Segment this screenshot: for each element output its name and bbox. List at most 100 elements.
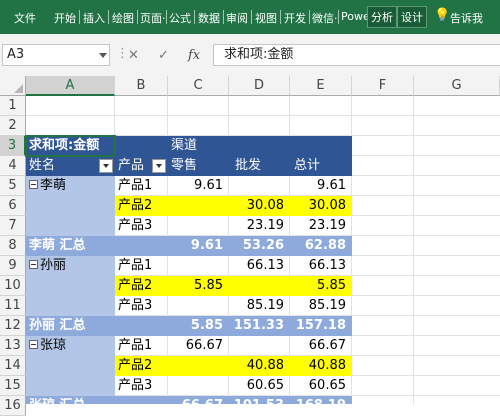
- product-cell[interactable]: 产品1: [115, 176, 168, 196]
- row-header-6[interactable]: 6: [0, 196, 26, 216]
- subtotal-total[interactable]: 157.18: [290, 316, 352, 336]
- retail-cell[interactable]: [168, 196, 229, 216]
- total-cell[interactable]: 40.88: [290, 356, 352, 376]
- retail-cell[interactable]: 5.85: [168, 276, 229, 296]
- retail-cell[interactable]: [168, 356, 229, 376]
- product-cell[interactable]: 产品1: [115, 336, 168, 356]
- tab-draw[interactable]: 绘图: [112, 10, 134, 26]
- column-header-c[interactable]: C: [168, 76, 229, 96]
- subtotal-label[interactable]: 李萌 汇总: [26, 236, 168, 256]
- row-header-12[interactable]: 12: [0, 316, 26, 336]
- row-header-15[interactable]: 15: [0, 376, 26, 396]
- row-header-5[interactable]: 5: [0, 176, 26, 196]
- wholesale-cell[interactable]: 40.88: [229, 356, 290, 376]
- column-header-g[interactable]: G: [414, 76, 500, 96]
- subtotal-label[interactable]: 孙丽 汇总: [26, 316, 168, 336]
- product-cell[interactable]: 产品3: [115, 296, 168, 316]
- pivot-group-name[interactable]: 孙丽: [26, 256, 115, 316]
- total-cell[interactable]: 30.08: [290, 196, 352, 216]
- tell-me-search[interactable]: 告诉我: [450, 10, 483, 26]
- total-cell[interactable]: 85.19: [290, 296, 352, 316]
- row-header-10[interactable]: 10: [0, 276, 26, 296]
- wholesale-cell[interactable]: [229, 176, 290, 196]
- row-header-13[interactable]: 13: [0, 336, 26, 356]
- tab-developer[interactable]: 开发: [284, 10, 306, 26]
- subtotal-retail[interactable]: 5.85: [168, 316, 229, 336]
- product-cell[interactable]: 产品3: [115, 216, 168, 236]
- total-cell[interactable]: 60.65: [290, 376, 352, 396]
- product-cell[interactable]: 产品1: [115, 256, 168, 276]
- wholesale-cell[interactable]: 60.65: [229, 376, 290, 396]
- tab-wechat[interactable]: 微信·: [312, 10, 338, 26]
- wholesale-cell[interactable]: 85.19: [229, 296, 290, 316]
- product-cell[interactable]: 产品2: [115, 276, 168, 296]
- tab-design[interactable]: 设计: [397, 6, 427, 28]
- total-cell[interactable]: 9.61: [290, 176, 352, 196]
- pivot-group-name[interactable]: 李萌: [26, 176, 115, 236]
- collapse-icon[interactable]: [29, 260, 38, 269]
- row-header-9[interactable]: 9: [0, 256, 26, 276]
- row-header-7[interactable]: 7: [0, 216, 26, 236]
- collapse-icon[interactable]: [29, 180, 38, 189]
- tab-home[interactable]: 开始: [54, 10, 76, 26]
- wholesale-cell[interactable]: 23.19: [229, 216, 290, 236]
- tab-review[interactable]: 审阅: [226, 10, 248, 26]
- row-header-3[interactable]: 3: [0, 136, 26, 156]
- name-box[interactable]: A3: [2, 44, 110, 66]
- tab-power[interactable]: Powe: [341, 10, 370, 23]
- total-cell[interactable]: 5.85: [290, 276, 352, 296]
- product-cell[interactable]: 产品2: [115, 196, 168, 216]
- cancel-icon[interactable]: ✕: [128, 48, 139, 63]
- retail-cell[interactable]: [168, 216, 229, 236]
- tab-page-layout[interactable]: 页面·: [140, 10, 166, 26]
- subtotal-wholesale[interactable]: 53.26: [229, 236, 290, 256]
- total-cell[interactable]: 66.13: [290, 256, 352, 276]
- subtotal-label[interactable]: 张琼 汇总: [26, 396, 168, 404]
- product-cell[interactable]: 产品3: [115, 376, 168, 396]
- tab-view[interactable]: 视图: [255, 10, 277, 26]
- retail-cell[interactable]: 9.61: [168, 176, 229, 196]
- wholesale-cell[interactable]: [229, 336, 290, 356]
- product-cell[interactable]: 产品2: [115, 356, 168, 376]
- column-header-e[interactable]: E: [290, 76, 352, 96]
- wholesale-cell[interactable]: [229, 276, 290, 296]
- column-header-f[interactable]: F: [352, 76, 414, 96]
- tab-analyze[interactable]: 分析: [367, 6, 397, 28]
- confirm-icon[interactable]: ✓: [158, 48, 169, 63]
- row-header-8[interactable]: 8: [0, 236, 26, 256]
- wholesale-cell[interactable]: 30.08: [229, 196, 290, 216]
- formula-input[interactable]: 求和项:金额: [213, 44, 500, 66]
- subtotal-wholesale[interactable]: 101.53: [229, 396, 290, 404]
- column-header-b[interactable]: B: [115, 76, 168, 96]
- subtotal-total[interactable]: 168.19: [290, 396, 352, 404]
- retail-cell[interactable]: 66.67: [168, 336, 229, 356]
- tab-formulas[interactable]: 公式: [169, 10, 191, 26]
- row-header-11[interactable]: 11: [0, 296, 26, 316]
- retail-cell[interactable]: [168, 256, 229, 276]
- filter-dropdown-button[interactable]: [99, 159, 113, 173]
- column-header-a[interactable]: A: [26, 76, 115, 96]
- subtotal-wholesale[interactable]: 151.33: [229, 316, 290, 336]
- row-header-14[interactable]: 14: [0, 356, 26, 376]
- row-header-16[interactable]: 16: [0, 396, 26, 416]
- column-header-d[interactable]: D: [229, 76, 290, 96]
- pivot-value-field[interactable]: 求和项:金额: [26, 136, 115, 156]
- subtotal-total[interactable]: 62.88: [290, 236, 352, 256]
- chevron-down-icon[interactable]: [99, 53, 107, 58]
- collapse-icon[interactable]: [29, 340, 38, 349]
- row-header-2[interactable]: 2: [0, 116, 26, 136]
- subtotal-retail[interactable]: 66.67: [168, 396, 229, 404]
- row-header-1[interactable]: 1: [0, 96, 26, 116]
- insert-function-icon[interactable]: fx: [188, 48, 200, 63]
- total-cell[interactable]: 23.19: [290, 216, 352, 236]
- retail-cell[interactable]: [168, 376, 229, 396]
- tab-data[interactable]: 数据: [198, 10, 220, 26]
- subtotal-retail[interactable]: 9.61: [168, 236, 229, 256]
- row-header-4[interactable]: 4: [0, 156, 26, 176]
- tab-file[interactable]: 文件: [14, 10, 36, 26]
- pivot-group-name[interactable]: 张琼: [26, 336, 115, 396]
- select-all-button[interactable]: [0, 76, 26, 96]
- wholesale-cell[interactable]: 66.13: [229, 256, 290, 276]
- total-cell[interactable]: 66.67: [290, 336, 352, 356]
- filter-dropdown-button[interactable]: [152, 159, 166, 173]
